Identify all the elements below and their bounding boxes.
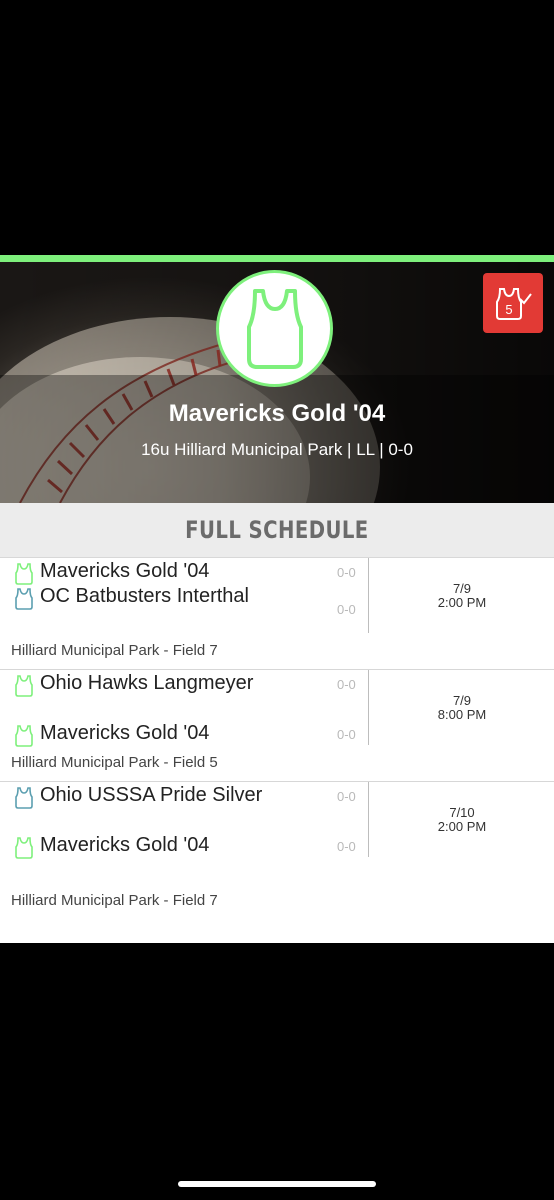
divider [368,782,369,857]
team-name: Ohio Hawks Langmeyer [40,672,254,694]
game-venue: Hilliard Municipal Park - Field 7 [11,892,218,909]
team-name: OC Batbusters Interthal [40,585,249,607]
game-venue: Hilliard Municipal Park - Field 5 [11,754,218,771]
team-name: Mavericks Gold '04 [40,834,210,856]
team-score: 0-0 [337,789,356,804]
team-score: 0-0 [337,602,356,617]
home-indicator[interactable] [178,1181,376,1187]
game-date: 7/9 [452,693,472,708]
game-venue: Hilliard Municipal Park - Field 7 [11,642,218,659]
game-row[interactable]: Ohio Hawks Langmeyer 0-0 Mavericks Gold … [0,670,554,782]
team-score: 0-0 [337,565,356,580]
game-time: 2:00 PM [437,819,487,834]
game-time: 2:00 PM [437,595,487,610]
top-black-area [0,0,554,255]
game-row[interactable]: Mavericks Gold '04 0-0 OC Batbusters Int… [0,558,554,670]
hero-band [0,375,554,503]
schedule-header: FULL SCHEDULE [0,503,554,558]
jersey-icon [15,675,33,697]
divider [368,558,369,633]
game-date: 7/10 [449,805,475,820]
accent-bar [0,255,554,262]
team-score: 0-0 [337,839,356,854]
game-time: 8:00 PM [437,707,487,722]
schedule-list: Mavericks Gold '04 0-0 OC Batbusters Int… [0,558,554,943]
team-score: 0-0 [337,677,356,692]
jersey-icon [15,563,33,585]
team-score: 0-0 [337,727,356,742]
svg-text:5: 5 [505,302,512,317]
jersey-icon [15,837,33,859]
team-name: Mavericks Gold '04 [168,400,386,427]
schedule-header-label: FULL SCHEDULE [185,516,369,544]
jersey-icon [15,588,33,610]
game-date: 7/9 [452,581,472,596]
team-name: Mavericks Gold '04 [40,722,210,744]
game-row[interactable]: Ohio USSSA Pride Silver 0-0 Mavericks Go… [0,782,554,943]
jersey-icon [246,288,303,369]
team-subtitle: 16u Hilliard Municipal Park | LL | 0-0 [141,440,413,459]
checkin-badge-icon: 5 [496,288,532,320]
jersey-icon [15,787,33,809]
team-name: Mavericks Gold '04 [40,560,210,582]
team-logo [216,270,333,387]
team-name: Ohio USSSA Pride Silver [40,784,263,806]
checkin-badge-button[interactable]: 5 [483,273,543,333]
divider [368,670,369,745]
jersey-icon [15,725,33,747]
team-hero: 5 Mavericks Gold '04 16u Hilliard Munici… [0,262,554,503]
